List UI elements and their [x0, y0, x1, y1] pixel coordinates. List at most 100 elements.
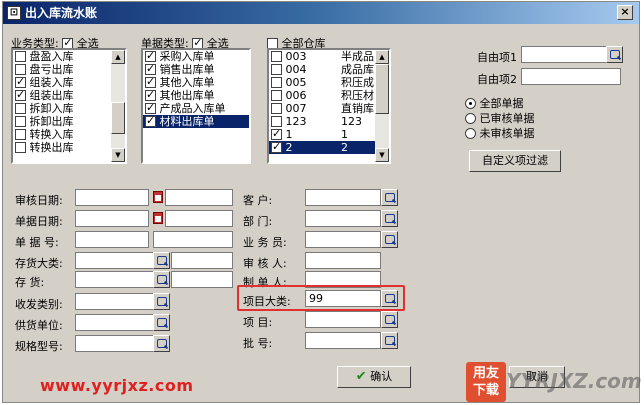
inv-class-lookup-icon[interactable] [153, 252, 170, 269]
customer-lookup-icon[interactable] [381, 189, 398, 206]
scroll-down-icon[interactable]: ▼ [375, 148, 389, 162]
inventory-from[interactable] [75, 271, 155, 288]
scroll-thumb[interactable] [111, 102, 125, 134]
radio-button[interactable] [465, 98, 476, 109]
checkbox[interactable] [15, 103, 26, 114]
batch-lookup-icon[interactable] [381, 332, 398, 349]
checkbox[interactable] [145, 101, 156, 114]
inv-class-from[interactable] [75, 252, 155, 269]
rs-category-input[interactable] [75, 293, 155, 310]
project-input[interactable] [305, 311, 381, 328]
close-button[interactable]: × [617, 5, 633, 20]
checkbox[interactable] [271, 140, 282, 153]
rs-category-lookup-icon[interactable] [153, 293, 170, 310]
department-input[interactable] [305, 210, 381, 227]
warehouse-item[interactable]: 11 [269, 127, 389, 141]
business-type-item[interactable]: 盘亏出库 [13, 63, 125, 76]
business-type-item[interactable]: 盘盈入库 [13, 50, 125, 63]
checkbox[interactable] [145, 75, 156, 88]
checkbox[interactable] [271, 64, 282, 75]
calendar-icon[interactable] [151, 210, 165, 227]
doc-type-item[interactable]: 产成品入库单 [143, 101, 249, 115]
scroll-up-icon[interactable]: ▲ [375, 50, 389, 64]
batch-input[interactable] [305, 332, 381, 349]
checkbox[interactable] [145, 114, 156, 127]
inventory-lookup-icon[interactable] [153, 271, 170, 288]
audit-date-to[interactable] [165, 189, 233, 206]
checkbox[interactable] [145, 62, 156, 75]
calendar-icon[interactable] [151, 189, 165, 206]
doc-type-item[interactable]: 销售出库单 [143, 62, 249, 76]
business-type-item[interactable]: 组装入库 [13, 75, 125, 89]
checkbox[interactable] [15, 51, 26, 62]
doc-no-to[interactable] [153, 231, 233, 248]
salesman-lookup-icon[interactable] [381, 231, 398, 248]
business-type-item[interactable]: 组装出库 [13, 88, 125, 102]
checkbox[interactable] [145, 50, 156, 62]
checkbox[interactable] [271, 103, 282, 114]
warehouse-item[interactable]: 005 积压成 [269, 76, 389, 89]
warehouse-item[interactable]: 004 成品库 [269, 63, 389, 76]
checkbox[interactable] [15, 129, 26, 140]
auditor-input[interactable] [305, 252, 381, 269]
checkbox[interactable] [271, 51, 282, 62]
warehouse-list[interactable]: 003 半成品 004 成品库 005 积压成 006 积压材 007 直销库 123 12… [267, 48, 391, 164]
business-list-scrollbar[interactable]: ▲ ▼ [111, 50, 125, 162]
scroll-down-icon[interactable]: ▼ [111, 148, 125, 162]
audit-filter-group: 全部单据 已审核单据 未审核单据 [465, 96, 535, 141]
warehouse-item[interactable]: 007 直销库 [269, 102, 389, 115]
department-lookup-icon[interactable] [381, 210, 398, 227]
business-type-item[interactable]: 拆卸出库 [13, 115, 125, 128]
doc-type-item[interactable]: 材料出库单 [143, 114, 249, 128]
supplier-input[interactable] [75, 314, 155, 331]
inv-class-to[interactable] [171, 252, 233, 269]
custom-filter-button[interactable]: 自定义项过滤 [469, 150, 561, 172]
customer-input[interactable] [305, 189, 381, 206]
spec-lookup-icon[interactable] [153, 335, 170, 352]
business-type-item[interactable]: 转换入库 [13, 128, 125, 141]
checkbox[interactable] [271, 90, 282, 101]
audit-filter-option[interactable]: 全部单据 [465, 96, 535, 111]
radio-button[interactable] [465, 128, 476, 139]
spec-input[interactable] [75, 335, 155, 352]
audit-filter-option[interactable]: 未审核单据 [465, 126, 535, 141]
checkbox[interactable] [271, 77, 282, 88]
warehouse-item[interactable]: 003 半成品 [269, 50, 389, 63]
doc-type-item[interactable]: 其他入库单 [143, 75, 249, 89]
warehouse-item[interactable]: 123 123 [269, 115, 389, 128]
doc-type-list[interactable]: 采购入库单 销售出库单 其他入库单 其他出库单 产成品入库单 材料出库单 [141, 48, 251, 164]
warehouse-item[interactable]: 006 积压材 [269, 89, 389, 102]
radio-button[interactable] [465, 113, 476, 124]
warehouse-item[interactable]: 22 [269, 140, 389, 154]
custom-item1-lookup-icon[interactable] [606, 46, 623, 63]
checkbox[interactable] [15, 142, 26, 153]
supplier-lookup-icon[interactable] [153, 314, 170, 331]
checkbox[interactable] [15, 64, 26, 75]
doc-date-to[interactable] [165, 210, 233, 227]
checkbox[interactable] [15, 75, 26, 88]
ok-button[interactable]: ✔ 确认 [337, 366, 411, 388]
doc-type-item[interactable]: 采购入库单 [143, 50, 249, 63]
business-type-item[interactable]: 拆卸入库 [13, 102, 125, 115]
project-class-input[interactable]: 99 [305, 290, 381, 307]
business-type-list[interactable]: 盘盈入库 盘亏出库 组装入库 组装出库 拆卸入库 拆卸出库 转换入库 转换出库 … [11, 48, 127, 164]
checkbox[interactable] [15, 116, 26, 127]
doc-date-from[interactable] [75, 210, 149, 227]
checkbox[interactable] [271, 127, 282, 140]
audit-date-from[interactable] [75, 189, 149, 206]
business-type-item[interactable]: 转换出库 [13, 141, 125, 154]
checkbox[interactable] [271, 116, 282, 127]
salesman-input[interactable] [305, 231, 381, 248]
audit-filter-option[interactable]: 已审核单据 [465, 111, 535, 126]
doc-type-item[interactable]: 其他出库单 [143, 88, 249, 102]
scroll-up-icon[interactable]: ▲ [111, 50, 125, 64]
checkbox[interactable] [15, 88, 26, 101]
custom-item2-input[interactable] [521, 68, 621, 85]
project-lookup-icon[interactable] [381, 311, 398, 328]
warehouse-list-scrollbar[interactable]: ▲ ▼ [375, 50, 389, 162]
doc-no-from[interactable] [75, 231, 149, 248]
scroll-thumb[interactable] [375, 64, 389, 114]
project-class-lookup-icon[interactable] [381, 290, 398, 307]
checkbox[interactable] [145, 88, 156, 101]
inventory-to[interactable] [171, 271, 233, 288]
